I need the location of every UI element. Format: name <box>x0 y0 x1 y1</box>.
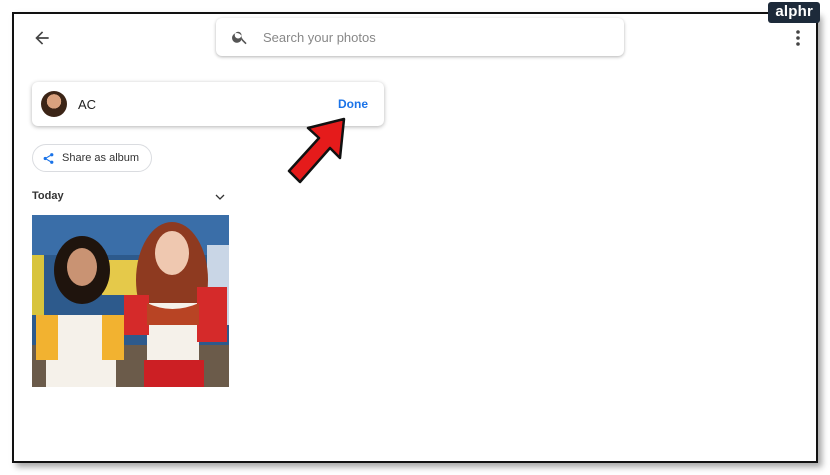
chevron-down-icon[interactable] <box>214 191 226 203</box>
search-bar[interactable] <box>216 18 624 56</box>
annotation-arrow-icon <box>287 117 346 184</box>
done-button[interactable]: Done <box>338 97 368 111</box>
arrow-left-icon <box>35 31 49 45</box>
name-input[interactable] <box>76 96 280 113</box>
more-options-button[interactable] <box>792 28 804 48</box>
more-vertical-icon <box>796 30 800 46</box>
share-as-album-button[interactable]: Share as album <box>32 144 153 172</box>
share-icon <box>43 152 54 164</box>
share-label: Share as album <box>62 152 140 164</box>
search-input[interactable] <box>261 28 605 46</box>
photo-thumbnail[interactable] <box>32 215 229 387</box>
face-avatar <box>41 91 67 117</box>
search-icon <box>232 31 247 45</box>
back-button[interactable] <box>32 28 52 48</box>
alphr-watermark: alphr <box>768 2 820 23</box>
section-title: Today <box>32 190 64 202</box>
photo-image <box>32 215 229 387</box>
